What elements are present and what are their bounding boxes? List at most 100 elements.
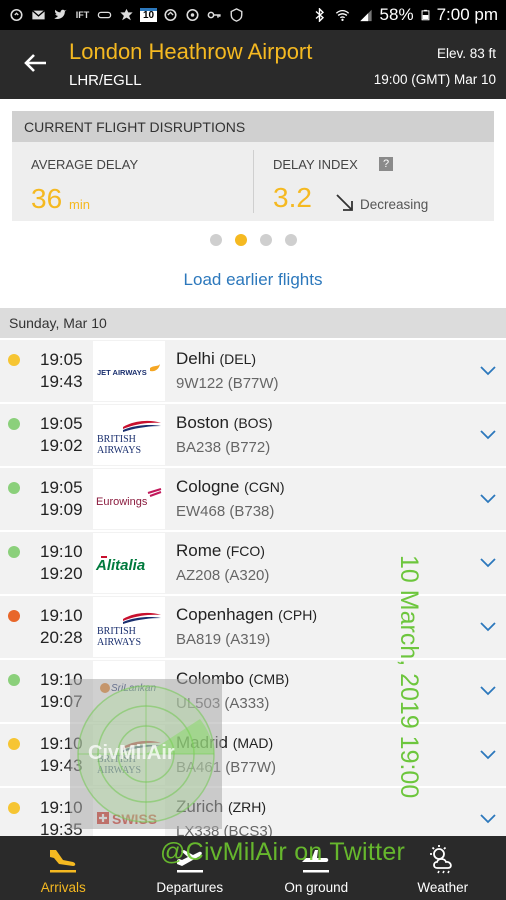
svg-text:Eurowings: Eurowings xyxy=(96,496,148,508)
destination-city: Cologne xyxy=(176,477,240,496)
airline-logo: BRITISHAIRWAYS xyxy=(93,405,165,465)
vpn-icon xyxy=(230,8,243,22)
radar-icon: CivMilAir xyxy=(77,685,215,823)
date-header: Sunday, Mar 10 xyxy=(0,308,506,338)
flight-number: 9W122 (B77W) xyxy=(176,375,279,392)
destination: Rome (FCO) xyxy=(176,541,265,561)
app-root: IFT 10 58% 7:00 pm London Heathrow Airpo… xyxy=(0,0,506,900)
trend-down-arrow-icon xyxy=(336,194,353,211)
pager-dots[interactable] xyxy=(0,234,506,246)
system-status: 58% 7:00 pm xyxy=(311,5,498,25)
destination: Boston (BOS) xyxy=(176,413,273,433)
delay-index-label: DELAY INDEX xyxy=(273,157,358,172)
destination-code: (BOS) xyxy=(233,415,273,431)
delay-trend: Decreasing xyxy=(360,197,429,212)
average-delay-unit: min xyxy=(69,197,90,212)
destination-code: (CMB) xyxy=(248,671,290,687)
disruptions-heading: CURRENT FLIGHT DISRUPTIONS xyxy=(12,111,494,142)
nav-on-ground-label: On ground xyxy=(284,880,349,895)
location-icon xyxy=(186,8,199,22)
airport-codes: LHR/EGLL xyxy=(69,72,142,89)
svg-text:10 March, 2019 19:00: 10 March, 2019 19:00 xyxy=(395,555,423,798)
chevron-down-icon[interactable] xyxy=(478,552,498,572)
chevron-down-icon[interactable] xyxy=(478,360,498,380)
status-dot xyxy=(8,738,20,750)
scheduled-time: 19:05 xyxy=(40,350,83,369)
airline-logo: Alitalia xyxy=(93,533,165,593)
destination-city: Delhi xyxy=(176,349,215,368)
chevron-down-icon[interactable] xyxy=(478,680,498,700)
battery-level: 58% xyxy=(379,5,414,24)
back-arrow-icon[interactable] xyxy=(20,48,50,78)
svg-text:BRITISH: BRITISH xyxy=(97,626,136,637)
destination-code: (CPH) xyxy=(278,607,317,623)
destination-code: (CGN) xyxy=(244,479,285,495)
destination-code: (FCO) xyxy=(226,543,265,559)
actual-time: 20:28 xyxy=(40,628,83,647)
destination: Delhi (DEL) xyxy=(176,349,256,369)
destination-code: (ZRH) xyxy=(227,799,267,815)
delay-index-value: 3.2 xyxy=(273,182,312,213)
clock: 7:00 pm xyxy=(436,5,498,24)
scheduled-time: 19:05 xyxy=(40,414,83,433)
flight-row[interactable]: 19:05 19:43 JET AIRWAYS Delhi (DEL) 9W122 (B… xyxy=(0,340,506,402)
flight-number: AZ208 (A320) xyxy=(176,567,270,584)
notification-icon xyxy=(10,8,23,22)
actual-time: 19:09 xyxy=(40,500,83,519)
nav-weather-label: Weather xyxy=(417,880,469,895)
nav-arrivals[interactable]: Arrivals xyxy=(0,836,127,900)
svg-text:CivMilAir: CivMilAir xyxy=(88,742,175,764)
watermark-radar-logo: CivMilAir xyxy=(70,679,222,829)
svg-text:JET AIRWAYS: JET AIRWAYS xyxy=(97,368,147,377)
weather-icon xyxy=(429,845,452,874)
destination: Cologne (CGN) xyxy=(176,477,285,497)
calendar-icon: 10 xyxy=(140,8,157,22)
flight-number: BA819 (A319) xyxy=(176,631,271,648)
chevron-down-icon[interactable] xyxy=(478,616,498,636)
link-icon xyxy=(97,11,112,19)
load-earlier-link[interactable]: Load earlier flights xyxy=(0,270,506,290)
average-delay-value: 36 xyxy=(31,183,63,214)
airline-logo: BRITISHAIRWAYS xyxy=(93,597,165,657)
svg-text:BRITISH: BRITISH xyxy=(97,434,136,445)
flight-number: EW468 (B738) xyxy=(176,503,275,520)
pager-dot-active[interactable] xyxy=(234,234,247,246)
status-dot xyxy=(8,610,20,622)
pager-dot[interactable] xyxy=(259,234,272,246)
app-header: London Heathrow Airport LHR/EGLL Elev. 8… xyxy=(0,30,506,99)
flight-row[interactable]: 19:05 19:02 BRITISH AIRWAYS Boston (BOS) BA23… xyxy=(0,404,506,466)
actual-time: 19:20 xyxy=(40,564,83,583)
svg-text:AIRWAYS: AIRWAYS xyxy=(97,637,141,648)
scheduled-time: 19:10 xyxy=(40,606,83,625)
wifi-icon xyxy=(335,9,349,21)
status-dot xyxy=(8,674,20,686)
pager-dot[interactable] xyxy=(284,234,297,246)
bluetooth-icon xyxy=(315,8,324,22)
pager-dot[interactable] xyxy=(209,234,222,246)
scheduled-time: 19:05 xyxy=(40,478,83,497)
destination-code: (DEL) xyxy=(219,351,257,367)
status-bar: IFT 10 58% 7:00 pm xyxy=(0,0,506,30)
signal-icon xyxy=(359,9,372,22)
disruptions-card[interactable]: CURRENT FLIGHT DISRUPTIONS AVERAGE DELAY… xyxy=(12,111,494,221)
flight-number: BA238 (B772) xyxy=(176,439,271,456)
chevron-down-icon[interactable] xyxy=(478,488,498,508)
help-icon[interactable]: ? xyxy=(379,157,393,171)
airline-logo: JET AIRWAYS xyxy=(93,341,165,401)
arrivals-icon xyxy=(50,850,77,873)
destination: Copenhagen (CPH) xyxy=(176,605,317,625)
settings-icon xyxy=(120,8,133,21)
gmail-icon xyxy=(31,10,46,20)
nav-arrivals-label: Arrivals xyxy=(40,880,86,895)
elevation: Elev. 83 ft xyxy=(436,46,496,61)
status-dot xyxy=(8,546,20,558)
actual-time: 19:02 xyxy=(40,436,83,455)
status-dot xyxy=(8,418,20,430)
svg-text:AIRWAYS: AIRWAYS xyxy=(97,445,141,456)
battery-icon xyxy=(421,9,429,21)
chevron-down-icon[interactable] xyxy=(478,424,498,444)
flight-row[interactable]: 19:05 19:09 Eurowings Cologne (CGN) EW468 (B… xyxy=(0,468,506,530)
chevron-down-icon[interactable] xyxy=(478,744,498,764)
average-delay-label: AVERAGE DELAY xyxy=(31,157,139,172)
chevron-down-icon[interactable] xyxy=(478,808,498,828)
